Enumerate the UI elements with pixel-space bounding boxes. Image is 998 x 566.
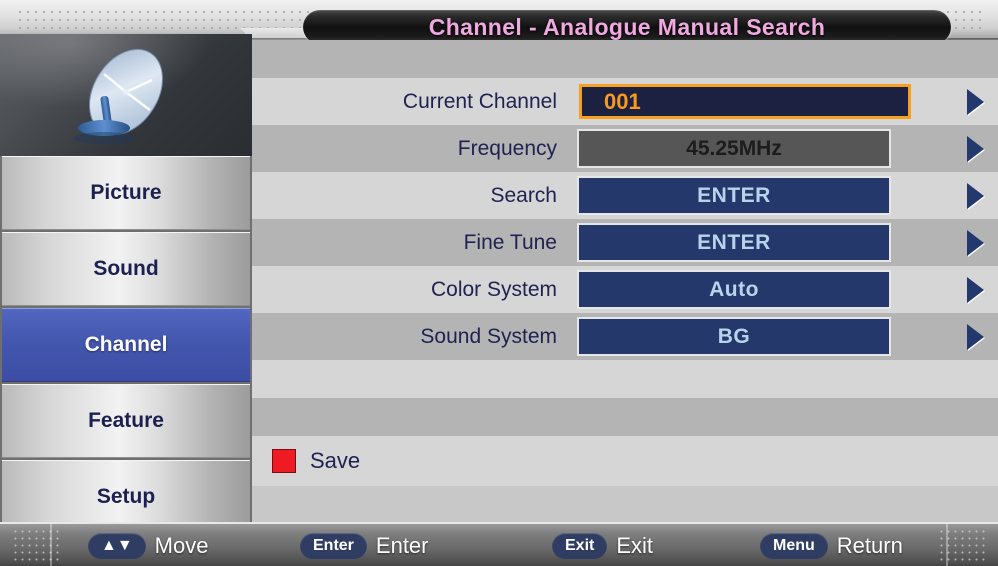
footer-hint-move[interactable]: ▲▼ Move bbox=[88, 524, 208, 566]
footer-hint-exit[interactable]: Exit Exit bbox=[552, 524, 653, 566]
row-value: 001 bbox=[604, 88, 641, 114]
spacer-row-a bbox=[252, 360, 998, 398]
panel-gloss bbox=[0, 34, 220, 114]
chevron-right-icon[interactable] bbox=[967, 229, 984, 256]
sidebar-item-channel[interactable]: Channel bbox=[2, 308, 250, 382]
footer-divider-left bbox=[50, 524, 52, 566]
row-label: Color System bbox=[430, 277, 557, 301]
settings-row-search[interactable]: Search ENTER bbox=[252, 172, 998, 219]
row-label: Sound System bbox=[420, 324, 557, 348]
row-value: Auto bbox=[709, 277, 759, 301]
up-down-arrows-icon: ▲▼ bbox=[88, 533, 146, 559]
spacer-row-b bbox=[252, 398, 998, 436]
sidebar-item-label: Feature bbox=[88, 409, 164, 432]
row-value: ENTER bbox=[697, 183, 771, 207]
sidebar-item-sound[interactable]: Sound bbox=[2, 232, 250, 306]
settings-row-current-channel[interactable]: Current Channel 001 bbox=[252, 78, 998, 125]
footer-divider-right bbox=[946, 524, 948, 566]
sidebar-item-picture[interactable]: Picture bbox=[2, 156, 250, 230]
tv-osd-screen: Channel - Analogue Manual Search Picture… bbox=[0, 0, 998, 566]
chevron-right-icon[interactable] bbox=[967, 182, 984, 209]
sound-system-select[interactable]: BG bbox=[579, 319, 889, 354]
chevron-right-icon[interactable] bbox=[967, 276, 984, 303]
footer-hint-label: Enter bbox=[375, 533, 429, 558]
color-system-select[interactable]: Auto bbox=[579, 272, 889, 307]
sidebar-item-label: Channel bbox=[84, 333, 168, 356]
chevron-right-icon[interactable] bbox=[967, 135, 984, 162]
sidebar-item-label: Setup bbox=[96, 485, 156, 508]
search-button[interactable]: ENTER bbox=[579, 178, 889, 213]
settings-row-frequency: Frequency 45.25MHz bbox=[252, 125, 998, 172]
row-label: Search bbox=[490, 183, 557, 207]
row-value: BG bbox=[717, 324, 751, 348]
chevron-right-icon[interactable] bbox=[967, 323, 984, 350]
exit-key: Exit bbox=[552, 533, 608, 559]
sidebar-item-label: Picture bbox=[90, 181, 162, 204]
footer-hint-label: Return bbox=[836, 533, 903, 558]
sidebar-menu: Picture Sound Channel Feature Setup bbox=[2, 156, 250, 536]
fine-tune-button[interactable]: ENTER bbox=[579, 225, 889, 260]
footer-hint-bar: ▲▼ Move Enter Enter Exit Exit Menu Retur… bbox=[0, 522, 998, 566]
settings-row-fine-tune[interactable]: Fine Tune ENTER bbox=[252, 219, 998, 266]
current-channel-field[interactable]: 001 bbox=[579, 84, 911, 119]
settings-panel: Current Channel 001 Frequency 45.25MHz S… bbox=[252, 40, 998, 522]
page-title-bar: Channel - Analogue Manual Search bbox=[303, 10, 951, 44]
footer-hint-label: Exit bbox=[616, 533, 654, 558]
row-label: Fine Tune bbox=[463, 230, 557, 254]
frequency-field: 45.25MHz bbox=[579, 131, 889, 166]
sidebar-item-feature[interactable]: Feature bbox=[2, 384, 250, 458]
chevron-right-icon[interactable] bbox=[967, 88, 984, 115]
settings-row-color-system[interactable]: Color System Auto bbox=[252, 266, 998, 313]
settings-row-sound-system[interactable]: Sound System BG bbox=[252, 313, 998, 360]
row-label: Frequency bbox=[457, 136, 557, 160]
footer-dot-texture-left bbox=[12, 528, 60, 564]
enter-key: Enter bbox=[300, 533, 367, 559]
red-square-icon bbox=[272, 449, 296, 473]
footer-hint-return[interactable]: Menu Return bbox=[760, 524, 903, 566]
satellite-dish-panel bbox=[0, 34, 252, 156]
save-label: Save bbox=[310, 448, 361, 473]
footer-hint-enter[interactable]: Enter Enter bbox=[300, 524, 429, 566]
row-value: ENTER bbox=[697, 230, 771, 254]
save-row[interactable]: Save bbox=[252, 436, 998, 486]
footer-hint-label: Move bbox=[154, 533, 209, 558]
spacer-row-top bbox=[252, 40, 998, 78]
sidebar: Picture Sound Channel Feature Setup bbox=[0, 34, 252, 534]
page-title: Channel - Analogue Manual Search bbox=[428, 13, 826, 40]
row-value: 45.25MHz bbox=[686, 136, 782, 160]
sidebar-item-label: Sound bbox=[93, 257, 159, 280]
menu-key: Menu bbox=[760, 533, 828, 559]
row-label: Current Channel bbox=[402, 89, 557, 113]
